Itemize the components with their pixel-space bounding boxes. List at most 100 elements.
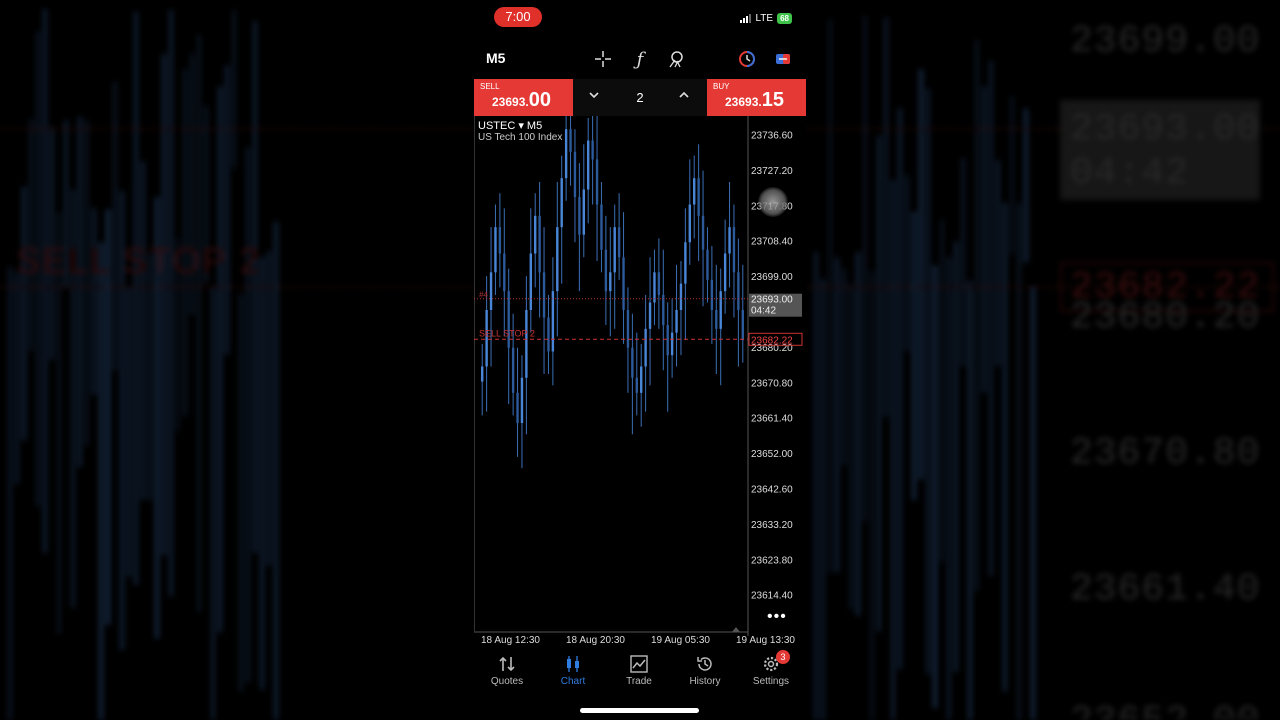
sell-button[interactable]: SELL 23693.00 xyxy=(474,79,573,116)
candle-body xyxy=(578,197,581,235)
bottom-tab-bar: Quotes Chart Trade History 3 Settings xyxy=(474,650,806,700)
tab-chart[interactable]: Chart xyxy=(540,650,606,687)
candle-body xyxy=(648,302,652,329)
order-price-value: 23682.22 xyxy=(751,335,793,346)
one-click-trade-panel: SELL 23693.00 2 BUY 23693.15 xyxy=(474,79,806,116)
chart-canvas[interactable]: 23736.6023727.2023717.8023708.4023699.00… xyxy=(474,116,806,646)
candle-body xyxy=(560,178,563,228)
sell-stop-label: SELL STOP 2 xyxy=(479,328,535,338)
volume-increase-icon[interactable] xyxy=(679,88,689,102)
tab-settings-label: Settings xyxy=(752,676,790,687)
time-axis-label: 18 Aug 12:30 xyxy=(481,635,540,646)
candle-body xyxy=(626,309,630,348)
candle-body xyxy=(520,377,524,423)
trade-icon xyxy=(606,650,672,676)
status-time: 7:00 xyxy=(494,7,542,27)
candle-body xyxy=(715,309,718,329)
candle-body xyxy=(662,294,665,326)
one-click-trading-icon[interactable] xyxy=(736,48,758,70)
candle-body xyxy=(697,178,700,216)
candle-body xyxy=(640,366,643,393)
time-axis-label: 18 Aug 20:30 xyxy=(566,635,625,646)
candle-body xyxy=(617,227,621,258)
candle-body xyxy=(679,283,683,310)
candle-body xyxy=(693,178,696,205)
background-candles-right xyxy=(814,15,1036,720)
current-price-value: 23693.00 xyxy=(751,295,793,306)
price-chart[interactable]: 23736.6023727.2023717.8023708.4023699.00… xyxy=(474,116,806,646)
tab-settings[interactable]: 3 Settings xyxy=(738,650,804,687)
volume-control: 2 xyxy=(573,79,707,116)
candle-body xyxy=(595,159,599,205)
candle-body xyxy=(723,253,727,292)
candle-body xyxy=(529,253,532,310)
candle-body xyxy=(631,347,634,378)
candle-body xyxy=(494,227,497,273)
tab-quotes[interactable]: Quotes xyxy=(474,650,540,687)
candle-body xyxy=(538,215,541,273)
new-order-icon[interactable] xyxy=(772,48,794,70)
tab-trade[interactable]: Trade xyxy=(606,650,672,687)
candle-body xyxy=(511,347,515,393)
quotes-icon xyxy=(474,650,540,676)
chart-shift-marker xyxy=(732,627,740,632)
background-candles-left xyxy=(8,8,279,720)
candle-body xyxy=(604,249,608,292)
home-indicator xyxy=(580,708,699,713)
time-axis-label: 19 Aug 13:30 xyxy=(736,635,795,646)
gear-icon xyxy=(738,650,804,676)
chart-symbol: USTEC ▾ M5 xyxy=(478,120,543,132)
candle-body xyxy=(688,204,691,243)
background-price: 23670.80 xyxy=(1070,432,1261,475)
more-icon[interactable]: ••• xyxy=(767,608,787,626)
candle-body xyxy=(728,227,731,254)
candle-body xyxy=(591,140,594,160)
price-axis-label: 23633.20 xyxy=(751,520,793,531)
indicators-icon[interactable]: ƒ xyxy=(629,48,651,70)
time-axis-label: 19 Aug 05:30 xyxy=(651,635,710,646)
bar-countdown: 04:42 xyxy=(751,306,776,317)
candle-body xyxy=(701,215,705,250)
network-label: LTE xyxy=(755,13,774,24)
background-price: 23693.00 xyxy=(1070,108,1261,151)
candle-body xyxy=(582,189,585,235)
tab-chart-label: Chart xyxy=(560,676,586,687)
background-sell-stop-label: SELL STOP 2 xyxy=(16,240,262,281)
candle-body xyxy=(489,272,493,310)
price-axis-label: 23736.60 xyxy=(751,131,793,142)
background-right-blur: 23699.00 23693.00 04:42 23682.22 23680.2… xyxy=(806,0,1280,720)
candle-body xyxy=(573,151,577,198)
candle-body xyxy=(542,272,546,318)
buy-price: 23693.15 xyxy=(725,89,784,111)
battery-icon: 68 xyxy=(777,13,792,24)
objects-icon[interactable] xyxy=(665,48,687,70)
candle-body xyxy=(741,309,744,341)
crosshair-icon[interactable] xyxy=(592,48,614,70)
signal-icon xyxy=(740,14,752,23)
background-order-line xyxy=(0,286,474,288)
background-price-line xyxy=(0,128,474,130)
candle-body xyxy=(675,309,678,333)
position-line-label: #4 xyxy=(479,291,488,300)
settings-badge: 3 xyxy=(776,650,790,664)
candle-body xyxy=(564,129,568,179)
candle-body xyxy=(547,317,550,352)
candle-body xyxy=(710,279,714,310)
background-countdown: 04:42 xyxy=(1070,152,1190,195)
candle-body xyxy=(587,140,590,190)
tab-history[interactable]: History xyxy=(672,650,738,687)
background-price: 23680.20 xyxy=(1070,296,1261,339)
price-axis-label: 23642.60 xyxy=(751,485,793,496)
candle-body xyxy=(732,227,736,273)
buy-button[interactable]: BUY 23693.15 xyxy=(707,79,806,116)
price-axis-label: 23652.00 xyxy=(751,449,793,460)
timeframe-button[interactable]: M5 xyxy=(486,50,505,66)
candle-body xyxy=(556,227,559,292)
chart-toolbar: M5 ƒ xyxy=(474,44,806,74)
tab-quotes-label: Quotes xyxy=(490,676,524,687)
candle-body xyxy=(737,272,740,310)
candle-body xyxy=(684,242,687,284)
candle-body xyxy=(503,253,506,292)
candle-body xyxy=(481,366,484,382)
price-axis-label: 23614.40 xyxy=(751,591,793,602)
